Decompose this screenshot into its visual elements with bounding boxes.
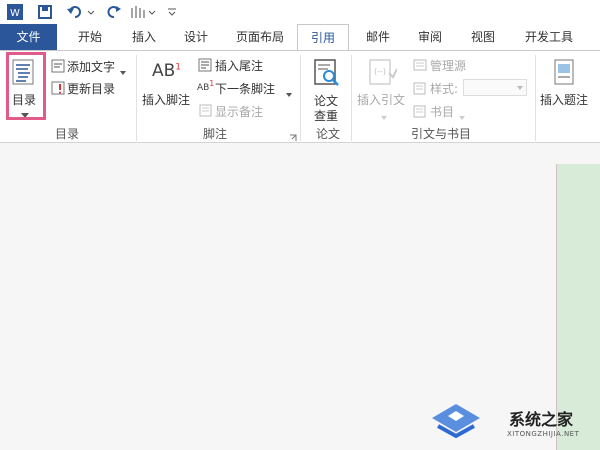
group-separator (300, 55, 301, 141)
undo-icon[interactable] (66, 3, 96, 21)
watermark-brand: 系统之家 (509, 410, 574, 429)
tab-view[interactable]: 视图 (463, 24, 503, 50)
watermark-logo-icon (432, 404, 480, 439)
paper-check-icon (314, 59, 340, 90)
toc-group-label: 目录 (54, 127, 79, 141)
paper-check-label-line2[interactable]: 查重 (314, 107, 338, 124)
tab-home[interactable]: 开始 (70, 24, 110, 50)
chevron-down-icon[interactable] (286, 86, 292, 100)
insert-footnote-button[interactable]: 插入脚注 (142, 91, 190, 108)
insert-citation-icon: (--) (369, 59, 398, 88)
chevron-down-icon (120, 64, 126, 78)
customize-qat-icon[interactable] (165, 3, 179, 21)
chevron-down-icon (459, 109, 465, 123)
svg-text:(--): (--) (374, 67, 386, 76)
group-separator (136, 55, 137, 141)
group-separator (535, 55, 536, 141)
next-footnote-icon: AB1 (197, 79, 215, 93)
insert-endnote-button[interactable]: 插入尾注 (215, 57, 263, 74)
tab-developer[interactable]: 开发工具 (518, 24, 580, 50)
update-toc-button[interactable]: 更新目录 (67, 80, 115, 97)
insert-caption-button[interactable]: 插入题注 (540, 91, 588, 108)
style-label: 样式: (430, 82, 459, 96)
show-notes-icon (199, 104, 212, 120)
chevron-down-icon (381, 109, 387, 123)
tab-file[interactable]: 文件 (0, 24, 57, 50)
redo-icon[interactable] (105, 3, 123, 21)
watermark-url: XITONGZHIJIA.NET (507, 430, 580, 438)
insert-caption-icon (554, 59, 574, 88)
update-toc-icon (51, 81, 65, 98)
insert-citation-button[interactable]: 插入引文 (357, 91, 405, 108)
tab-insert[interactable]: 插入 (124, 24, 164, 50)
tab-references[interactable]: 引用 (297, 24, 349, 51)
show-notes-button[interactable]: 显示备注 (215, 103, 263, 120)
touch-mode-icon[interactable] (128, 3, 158, 21)
style-select[interactable] (463, 79, 527, 96)
quick-access-toolbar: W (0, 0, 600, 24)
word-app-icon[interactable]: W (6, 3, 24, 21)
citations-group-label: 引文与书目 (410, 127, 471, 141)
endnote-icon (198, 58, 212, 75)
add-text-button[interactable]: 添加文字 (67, 58, 115, 75)
next-footnote-button[interactable]: 下一条脚注 (215, 80, 275, 97)
dialog-launcher-icon[interactable] (289, 131, 297, 145)
ribbon-tabs: 文件 开始 插入 设计 页面布局 引用 邮件 审阅 视图 开发工具 (0, 24, 600, 51)
manage-sources-icon (413, 58, 427, 75)
footnote-ab-icon: AB1 (152, 61, 182, 81)
tab-layout[interactable]: 页面布局 (230, 24, 290, 50)
paper-group-label: 论文 (315, 127, 340, 141)
bibliography-icon (413, 105, 426, 121)
toc-highlight (6, 52, 46, 120)
tab-design[interactable]: 设计 (176, 24, 216, 50)
svg-text:W: W (10, 8, 20, 19)
manage-sources-button[interactable]: 管理源 (430, 57, 466, 74)
add-text-icon (51, 59, 65, 76)
group-separator (351, 55, 352, 141)
save-icon[interactable] (36, 3, 54, 21)
style-icon (413, 82, 426, 98)
watermark: 系统之家 XITONGZHIJIA.NET (425, 390, 600, 450)
bibliography-button[interactable]: 书目 (430, 103, 454, 120)
tab-review[interactable]: 审阅 (410, 24, 450, 50)
footnotes-group-label: 脚注 (202, 127, 227, 141)
tab-mailings[interactable]: 邮件 (358, 24, 398, 50)
ribbon: 目录 添加文字 更新目录 目录 AB1 插入脚注 插入尾注 AB1 下一条脚注 … (0, 50, 600, 143)
